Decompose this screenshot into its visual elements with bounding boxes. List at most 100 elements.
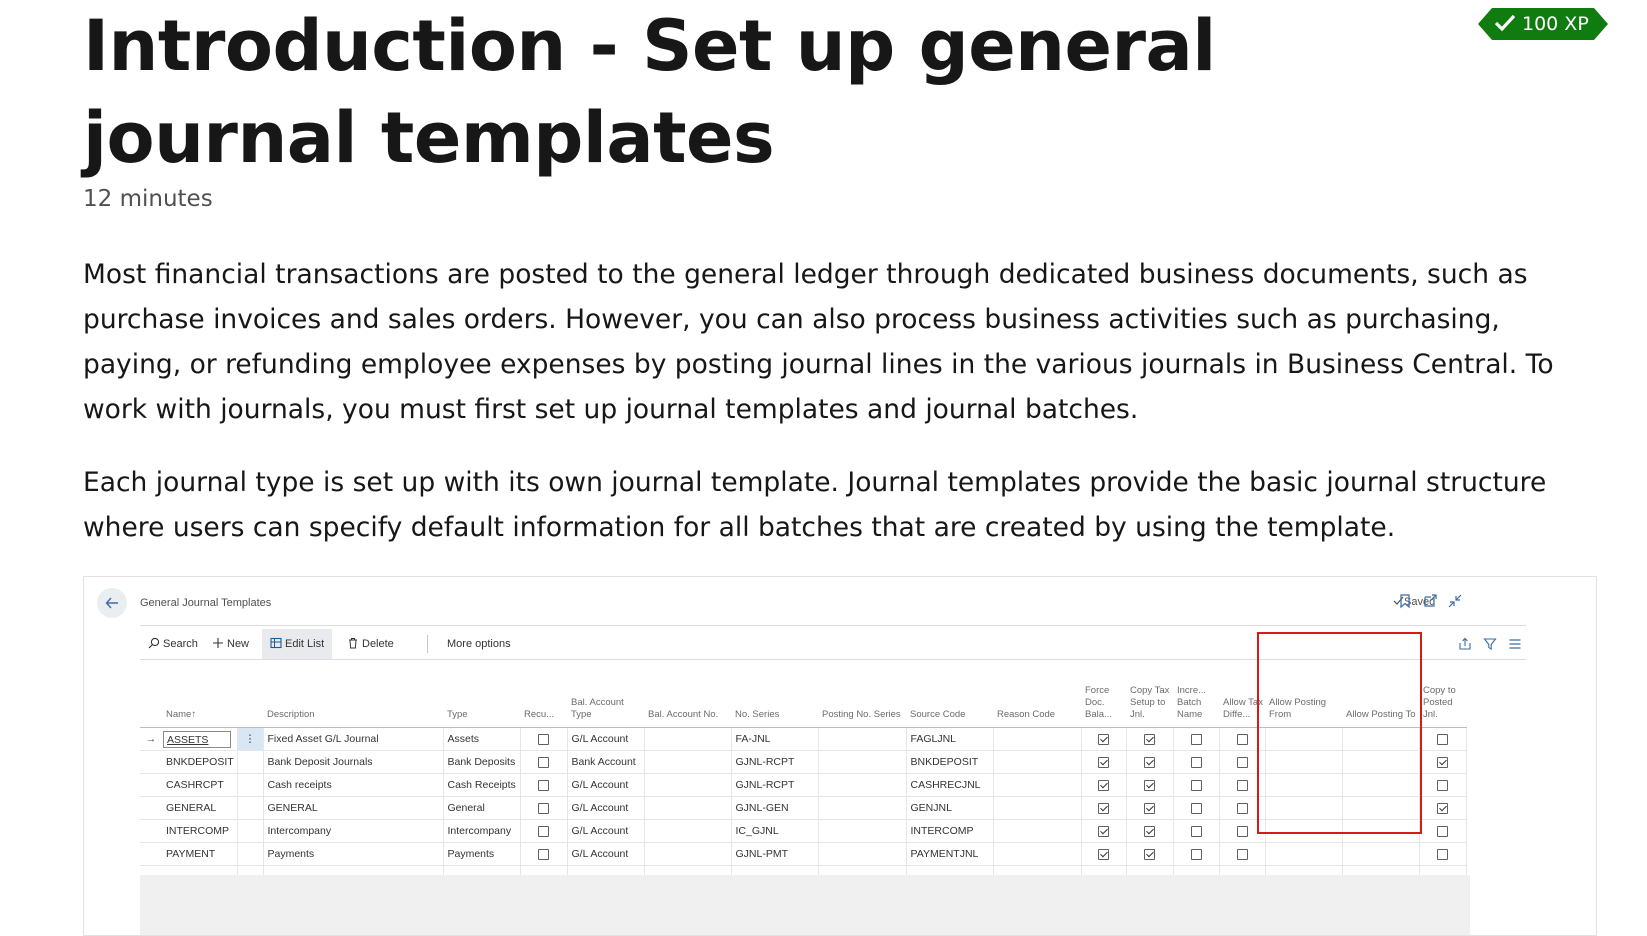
cell-allow-tax-diff[interactable] bbox=[1219, 819, 1266, 843]
force-doc-balance-checkbox[interactable] bbox=[1098, 802, 1109, 814]
cell-name[interactable]: BNKDEPOSIT bbox=[162, 750, 238, 774]
cell-allow-posting-from[interactable] bbox=[1265, 819, 1343, 843]
cell-description[interactable]: GENERAL bbox=[263, 796, 444, 820]
cell-posting-no-series[interactable] bbox=[818, 727, 907, 751]
col-allow-posting-to[interactable]: Allow Posting To bbox=[1342, 663, 1419, 728]
cell-bal-account-no[interactable] bbox=[644, 727, 732, 751]
cell-increment-batch[interactable] bbox=[1173, 842, 1220, 866]
copy-to-posted-checkbox[interactable] bbox=[1437, 733, 1448, 745]
table-row[interactable]: PAYMENT Payments Payments G/L Account GJNL-P… bbox=[140, 842, 1467, 866]
cell-type[interactable]: General bbox=[443, 796, 521, 820]
cell-allow-posting-to[interactable] bbox=[1342, 727, 1420, 751]
cell-reason-code[interactable] bbox=[993, 842, 1082, 866]
cell-name[interactable]: INTERCOMP bbox=[162, 819, 238, 843]
cell-no-series[interactable]: GJNL-GEN bbox=[731, 796, 819, 820]
col-description[interactable]: Description bbox=[263, 663, 443, 728]
allow-tax-difference-checkbox[interactable] bbox=[1236, 848, 1248, 860]
col-bal-account-type[interactable]: Bal. Account Type bbox=[567, 663, 644, 728]
cell-copy-to-posted[interactable] bbox=[1419, 819, 1467, 843]
col-copy-tax-setup[interactable]: Copy Tax Setup to Jnl. bbox=[1126, 663, 1173, 728]
back-button[interactable] bbox=[97, 588, 127, 618]
copy-to-posted-checkbox[interactable] bbox=[1437, 825, 1448, 837]
cell-source-code[interactable]: PAYMENTJNL bbox=[906, 842, 994, 866]
cell-allow-tax-diff[interactable] bbox=[1219, 842, 1266, 866]
force-doc-balance-checkbox[interactable] bbox=[1098, 779, 1109, 791]
copy-tax-setup-checkbox[interactable] bbox=[1144, 756, 1155, 768]
cell-bal-account-no[interactable] bbox=[644, 750, 732, 774]
cell-source-code[interactable]: BNKDEPOSIT bbox=[906, 750, 994, 774]
cell-increment-batch[interactable] bbox=[1173, 773, 1220, 797]
col-allow-posting-from[interactable]: Allow Posting From bbox=[1265, 663, 1342, 728]
cell-copy-to-posted[interactable] bbox=[1419, 842, 1467, 866]
share-icon[interactable] bbox=[1458, 637, 1472, 651]
cell-allow-tax-diff[interactable] bbox=[1219, 796, 1266, 820]
search-button[interactable]: Search bbox=[148, 629, 198, 659]
cell-no-series[interactable]: IC_GJNL bbox=[731, 819, 819, 843]
allow-tax-difference-checkbox[interactable] bbox=[1236, 779, 1248, 791]
cell-posting-no-series[interactable] bbox=[818, 750, 907, 774]
more-options-button[interactable]: More options bbox=[447, 629, 511, 659]
cell-source-code[interactable]: INTERCOMP bbox=[906, 819, 994, 843]
cell-allow-tax-diff[interactable] bbox=[1219, 750, 1266, 774]
col-recurring[interactable]: Recu... bbox=[520, 663, 567, 728]
cell-force-doc-balance[interactable] bbox=[1081, 773, 1127, 797]
copy-to-posted-checkbox[interactable] bbox=[1437, 848, 1448, 860]
copy-to-posted-checkbox[interactable] bbox=[1437, 802, 1448, 814]
col-copy-to-posted-jnl[interactable]: Copy to Posted Jnl. bbox=[1419, 663, 1466, 728]
cell-copy-to-posted[interactable] bbox=[1419, 773, 1467, 797]
cell-copy-to-posted[interactable] bbox=[1419, 727, 1467, 751]
cell-description[interactable]: Cash receipts bbox=[263, 773, 444, 797]
cell-allow-posting-from[interactable] bbox=[1265, 750, 1343, 774]
table-row[interactable]: GENERAL GENERAL General G/L Account GJNL-GEN… bbox=[140, 796, 1467, 820]
cell-bal-account-type[interactable]: G/L Account bbox=[567, 773, 645, 797]
copy-to-posted-checkbox[interactable] bbox=[1437, 756, 1448, 768]
cell-bal-account-no[interactable] bbox=[644, 796, 732, 820]
cell-no-series[interactable]: FA-JNL bbox=[731, 727, 819, 751]
cell-reason-code[interactable] bbox=[993, 819, 1082, 843]
force-doc-balance-checkbox[interactable] bbox=[1098, 825, 1109, 837]
cell-bal-account-type[interactable]: Bank Account bbox=[567, 750, 645, 774]
col-posting-no-series[interactable]: Posting No. Series bbox=[818, 663, 906, 728]
cell-bal-account-type[interactable]: G/L Account bbox=[567, 819, 645, 843]
copy-tax-setup-checkbox[interactable] bbox=[1144, 802, 1155, 814]
cell-recurring[interactable] bbox=[520, 819, 568, 843]
cell-name[interactable]: GENERAL bbox=[162, 796, 238, 820]
cell-allow-tax-diff[interactable] bbox=[1219, 727, 1266, 751]
cell-source-code[interactable]: CASHRECJNL bbox=[906, 773, 994, 797]
cell-allow-posting-to[interactable] bbox=[1342, 750, 1420, 774]
cell-allow-posting-from[interactable] bbox=[1265, 773, 1343, 797]
table-row[interactable]: → ASSETS ⋮ Fixed Asset G/L Journal Assets G/L… bbox=[140, 727, 1467, 751]
edit-list-button[interactable]: Edit List bbox=[262, 629, 333, 659]
cell-reason-code[interactable] bbox=[993, 773, 1082, 797]
cell-allow-posting-from[interactable] bbox=[1265, 796, 1343, 820]
cell-force-doc-balance[interactable] bbox=[1081, 819, 1127, 843]
cell-recurring[interactable] bbox=[520, 773, 568, 797]
cell-allow-tax-diff[interactable] bbox=[1219, 773, 1266, 797]
allow-tax-difference-checkbox[interactable] bbox=[1236, 802, 1248, 814]
copy-tax-setup-checkbox[interactable] bbox=[1144, 779, 1155, 791]
cell-force-doc-balance[interactable] bbox=[1081, 796, 1127, 820]
cell-copy-tax-setup[interactable] bbox=[1126, 842, 1174, 866]
filter-icon[interactable] bbox=[1483, 637, 1497, 651]
increment-batch-checkbox[interactable] bbox=[1190, 733, 1202, 745]
cell-force-doc-balance[interactable] bbox=[1081, 842, 1127, 866]
cell-description[interactable]: Payments bbox=[263, 842, 444, 866]
recurring-checkbox[interactable] bbox=[538, 733, 549, 745]
row-actions-icon[interactable]: ⋮ bbox=[237, 727, 264, 751]
copy-tax-setup-checkbox[interactable] bbox=[1144, 848, 1155, 860]
collapse-icon[interactable] bbox=[1447, 593, 1463, 609]
cell-no-series[interactable]: GJNL-PMT bbox=[731, 842, 819, 866]
cell-recurring[interactable] bbox=[520, 842, 568, 866]
col-name[interactable]: Name↑ bbox=[162, 663, 237, 728]
delete-button[interactable]: Delete bbox=[347, 629, 394, 659]
increment-batch-checkbox[interactable] bbox=[1190, 779, 1202, 791]
table-row[interactable]: INTERCOMP Intercompany Intercompany G/L Acc… bbox=[140, 819, 1467, 843]
increment-batch-checkbox[interactable] bbox=[1190, 848, 1202, 860]
table-row[interactable]: BNKDEPOSIT Bank Deposit Journals Bank Depo… bbox=[140, 750, 1467, 774]
recurring-checkbox[interactable] bbox=[538, 848, 549, 860]
cell-allow-posting-from[interactable] bbox=[1265, 842, 1343, 866]
copy-to-posted-checkbox[interactable] bbox=[1437, 779, 1448, 791]
force-doc-balance-checkbox[interactable] bbox=[1098, 756, 1109, 768]
cell-source-code[interactable]: FAGLJNL bbox=[906, 727, 994, 751]
cell-copy-tax-setup[interactable] bbox=[1126, 819, 1174, 843]
